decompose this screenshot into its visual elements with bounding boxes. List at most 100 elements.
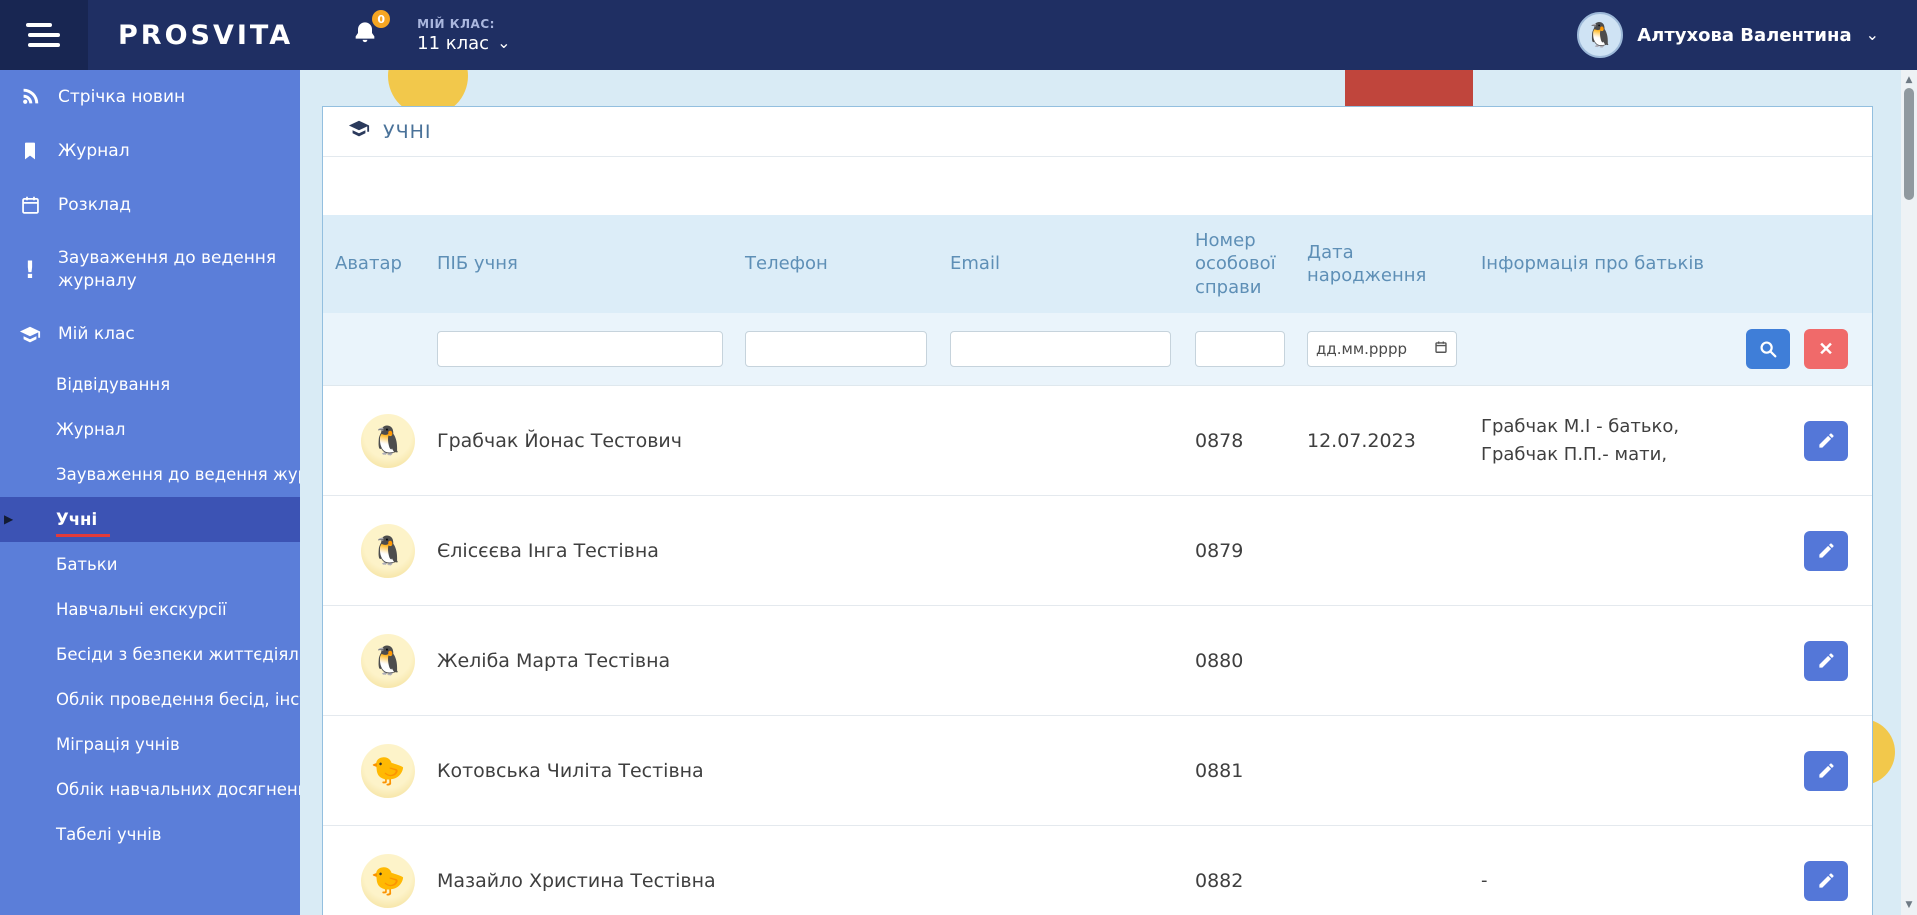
search-button[interactable] [1746, 329, 1790, 369]
date-placeholder: дд.мм.рррр [1316, 340, 1407, 358]
graduation-cap-icon [347, 118, 371, 145]
table-filter-row: дд.мм.рррр ✕ [323, 313, 1872, 386]
sidebar-subitem[interactable]: Бесіди з безпеки життєдіяльності [0, 632, 300, 677]
graduation-cap-icon [18, 323, 42, 347]
student-avatar: 🐧 [361, 413, 415, 468]
sidebar-subitem-label: Учні [56, 509, 98, 529]
sidebar-subitem[interactable]: Відвідування [0, 362, 300, 407]
sidebar-item-news-feed[interactable]: Стрічка новин [0, 70, 300, 124]
sidebar-item-schedule[interactable]: Розклад [0, 178, 300, 232]
user-menu[interactable]: 🐧 Алтухова Валентина ⌄ [1577, 12, 1917, 58]
bookmark-icon [18, 139, 42, 163]
column-header-phone: Телефон [745, 253, 828, 275]
student-name: Желіба Марта Тестівна [437, 649, 671, 672]
sidebar: Стрічка новин Журнал Розклад ! Зауваженн… [0, 70, 300, 915]
class-selector[interactable]: МІЙ КЛАС: 11 клас ⌄ [417, 17, 510, 54]
student-name: Котовська Чиліта Тестівна [437, 759, 704, 782]
hamburger-menu-icon[interactable] [0, 0, 88, 70]
table-header-row: Аватар ПІБ учня Телефон Email Номер особ… [323, 215, 1872, 313]
sidebar-subitem-label: Міграція учнів [56, 734, 180, 754]
sidebar-item-journal-remarks[interactable]: ! Зауваження до ведення журналу [0, 232, 300, 308]
sidebar-subitem[interactable]: Батьки [0, 542, 300, 587]
sidebar-subitem-label: Бесіди з безпеки життєдіяльності [56, 644, 300, 664]
edit-student-button[interactable] [1804, 640, 1848, 681]
sidebar-subitem[interactable]: Зауваження до ведення журналу [0, 452, 300, 497]
student-birth-date: 12.07.2023 [1307, 429, 1416, 452]
filter-email-input[interactable] [950, 331, 1171, 367]
sidebar-subitem-label: Зауваження до ведення журналу [56, 464, 300, 484]
scrollbar-down-arrow[interactable]: ▼ [1906, 897, 1913, 915]
sidebar-subitem[interactable]: Міграція учнів [0, 722, 300, 767]
student-avatar: 🐧 [361, 633, 415, 688]
student-avatar: 🐤 [361, 743, 415, 798]
sidebar-item-label: Журнал [58, 140, 130, 161]
students-card: УЧНІ Аватар ПІБ учня Телефон Email Номер… [322, 106, 1873, 915]
sidebar-subitem[interactable]: Журнал [0, 407, 300, 452]
chevron-down-icon: ⌄ [1865, 25, 1879, 44]
student-row: 🐤 Мазайло Христина Тестівна 0882 - [323, 826, 1872, 915]
student-avatar: 🐧 [361, 523, 415, 578]
sidebar-subitem[interactable]: Облік навчальних досягнень [0, 767, 300, 812]
sidebar-subitem[interactable]: Облік проведення бесід, інструктажів [0, 677, 300, 722]
notification-badge: 0 [372, 10, 391, 28]
student-name: Мазайло Христина Тестівна [437, 869, 716, 892]
student-row: 🐧 Єлісєєва Інга Тестівна 0879 [323, 496, 1872, 606]
active-item-underline [56, 533, 110, 537]
column-header-parents-info: Інформація про батьків [1481, 253, 1704, 275]
card-header: УЧНІ [323, 107, 1872, 157]
edit-student-button[interactable] [1804, 860, 1848, 901]
sidebar-subitem-label: Табелі учнів [56, 824, 162, 844]
filter-phone-input[interactable] [745, 331, 927, 367]
sidebar-item-label: Зауваження до ведення журналу [58, 248, 277, 291]
column-header-file-number: Номер особової справи [1195, 229, 1276, 298]
scrollbar-thumb[interactable] [1904, 88, 1914, 200]
students-table-body: 🐧 Грабчак Йонас Тестович 0878 12.07.2023… [323, 386, 1872, 915]
edit-student-button[interactable] [1804, 420, 1848, 461]
sidebar-subitem[interactable]: Табелі учнів [0, 812, 300, 857]
sidebar-subitem-label: Облік навчальних досягнень [56, 779, 300, 799]
column-header-avatar: Аватар [335, 253, 402, 275]
student-parents-info: - [1481, 869, 1488, 891]
notification-bell-button[interactable]: 0 [351, 10, 391, 53]
sidebar-item-label: Стрічка новин [58, 86, 186, 107]
main-content: УЧНІ Аватар ПІБ учня Телефон Email Номер… [300, 70, 1917, 915]
calendar-icon [18, 193, 42, 217]
student-file-number: 0880 [1195, 649, 1244, 672]
sidebar-subitem-label: Батьки [56, 554, 118, 574]
edit-student-button[interactable] [1804, 750, 1848, 791]
user-avatar: 🐧 [1577, 12, 1624, 58]
filter-file-number-input[interactable] [1195, 331, 1285, 367]
column-header-email: Email [950, 253, 1000, 275]
bell-icon [351, 22, 379, 53]
vertical-scrollbar[interactable]: ▲ ▼ [1901, 70, 1917, 915]
filter-birth-date-input[interactable]: дд.мм.рррр [1307, 331, 1457, 367]
sidebar-subitem-label: Навчальні екскурсії [56, 599, 227, 619]
student-avatar: 🐤 [361, 853, 415, 908]
sidebar-item-journal[interactable]: Журнал [0, 124, 300, 178]
student-row: 🐤 Котовська Чиліта Тестівна 0881 [323, 716, 1872, 826]
student-file-number: 0878 [1195, 429, 1244, 452]
student-file-number: 0881 [1195, 759, 1244, 782]
filter-name-input[interactable] [437, 331, 723, 367]
sidebar-submenu: Відвідування Журнал Зауваження до ведення … [0, 362, 300, 857]
student-row: 🐧 Грабчак Йонас Тестович 0878 12.07.2023… [323, 386, 1872, 496]
student-parents-info: Грабчак М.І - батько, Грабчак П.П.- мати… [1481, 415, 1680, 465]
sidebar-subitem[interactable]: Навчальні екскурсії [0, 587, 300, 632]
scrollbar-up-arrow[interactable]: ▲ [1906, 70, 1913, 88]
clear-filters-button[interactable]: ✕ [1804, 329, 1848, 369]
edit-student-button[interactable] [1804, 530, 1848, 571]
sidebar-subitem[interactable]: Учні ▶ [0, 496, 300, 542]
calendar-icon [1434, 340, 1448, 358]
sidebar-subitem-label: Відвідування [56, 374, 171, 394]
column-header-birth-date: Дата народження [1307, 241, 1427, 286]
student-file-number: 0879 [1195, 539, 1244, 562]
student-row: 🐧 Желіба Марта Тестівна 0880 [323, 606, 1872, 716]
student-file-number: 0882 [1195, 869, 1244, 892]
rss-icon [18, 85, 42, 109]
sidebar-item-label: Мій клас [58, 324, 135, 345]
page-title: УЧНІ [383, 120, 432, 143]
topbar: PROSVITA 0 МІЙ КЛАС: 11 клас ⌄ 🐧 Алтухов… [0, 0, 1917, 70]
sidebar-item-my-class[interactable]: Мій клас [0, 308, 300, 362]
class-selector-label: МІЙ КЛАС: [417, 16, 495, 31]
sidebar-item-label: Розклад [58, 194, 131, 215]
